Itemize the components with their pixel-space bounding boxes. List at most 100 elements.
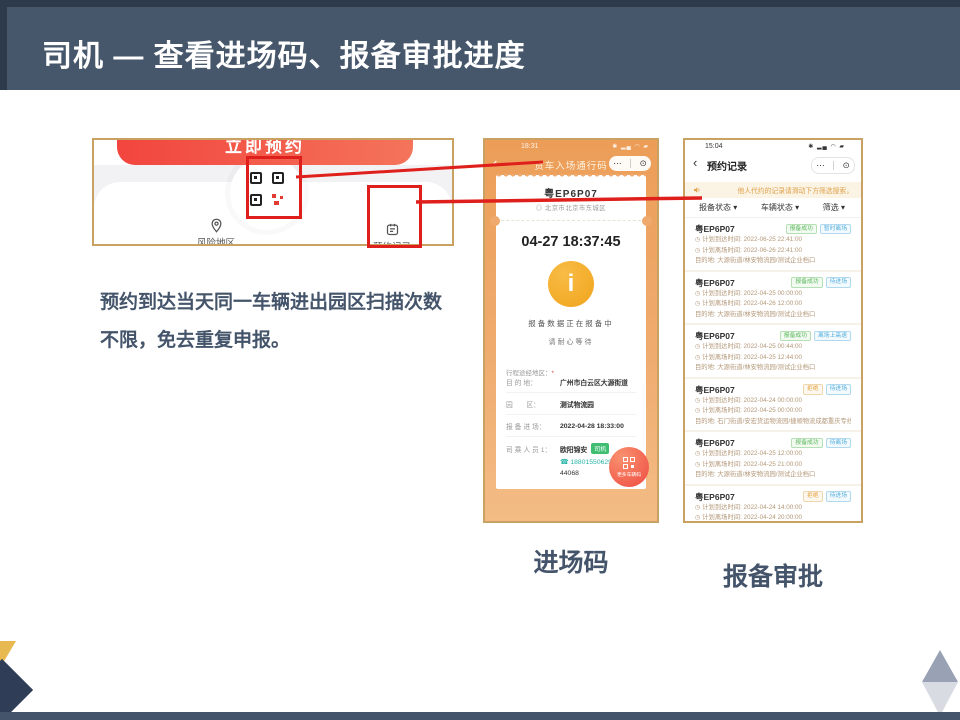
notice-banner: 他人代约的记录请滑动下方筛选搜索， (685, 182, 861, 198)
field-label: 司 乘 人 员 1： (506, 444, 560, 454)
driver-role-badge: 司机 (591, 443, 609, 454)
location-pin-icon (209, 218, 224, 233)
miniprogram-capsule[interactable]: ⋯ ⊙ (811, 157, 855, 174)
record-item[interactable]: 粤EP6P07 报备成功 待进场 ◷计划到达时间: 2022-04-25 00:… (685, 270, 861, 324)
record-plate: 粤EP6P07 (695, 491, 735, 503)
status-bar: 15:04 ✱ ▂▄ ◠ ▰ (695, 143, 853, 153)
target-icon[interactable]: ⊙ (843, 160, 850, 171)
fab-label: 更多车辆码 (617, 471, 641, 478)
record-leave-time: ◷计划离场时间: 2022-04-25 21:00:00 (695, 460, 851, 471)
record-item[interactable]: 粤EP6P07 报备成功 离场上高速 ◷计划到达时间: 2022-04-25 0… (685, 323, 861, 377)
record-arrive-time: ◷计划到达时间: 2022-06-25 22:41:00 (695, 235, 851, 246)
highlight-box-records (367, 185, 422, 248)
filter-report-status[interactable]: 报备状态 ▾ (699, 202, 737, 213)
more-icon[interactable]: ⋯ (816, 160, 825, 171)
status-time: 18:31 (521, 143, 539, 150)
field-label: 园 区： (506, 399, 560, 409)
highlight-box-qr (246, 156, 302, 219)
status-badge: 待进场 (826, 491, 851, 502)
phone-number: 18801550629 (570, 459, 612, 466)
record-arrive-time: ◷计划到达时间: 2022-04-25 00:00:00 (695, 289, 851, 300)
capsule-divider (630, 159, 631, 168)
clock-icon: ◷ (695, 515, 700, 521)
note-text: 预约到达当天同一车辆进出园区扫描次数 不限，免去重复申报。 (100, 284, 445, 360)
field-entry-time: 报 备 进 场： 2022-04-28 18:33:00 (506, 414, 636, 436)
field-value: 广州市白云区大源街道 (560, 377, 628, 387)
clock-icon: ◷ (695, 451, 700, 457)
record-destination: 目的地: 大源街道/林安物流园/测试企业档口 (695, 470, 851, 480)
record-destination: 目的地: 大源街道/林安物流园/测试企业档口 (695, 256, 851, 266)
decor-gray-triangle-top (922, 650, 958, 682)
clock-icon: ◷ (695, 301, 700, 307)
caption-approval: 报备审批 (683, 557, 863, 593)
ticket-divider (496, 220, 646, 221)
id-prefix: 44068 (560, 470, 579, 477)
more-icon[interactable]: ⋯ (613, 158, 622, 169)
slide: 司机 — 查看进场码、报备审批进度 预约到达当天同一车辆进出园区扫描次数 不限，… (0, 0, 960, 720)
ticket-perforation (496, 174, 646, 179)
record-leave-time: ◷计划离场时间: 2022-04-26 12:00:00 (695, 299, 851, 310)
record-leave-time: ◷计划离场时间: 2022-04-25 12:44:00 (695, 353, 851, 364)
record-item[interactable]: 粤EP6P07 拒绝 待进场 ◷计划到达时间: 2022-04-24 00:00… (685, 377, 861, 431)
status-badge: 报备成功 (780, 331, 811, 342)
record-plate: 粤EP6P07 (695, 437, 735, 449)
status-icons: ✱ ▂▄ ◠ ▰ (808, 143, 845, 150)
pass-status-sub: 请耐心等待 (496, 337, 646, 347)
miniprogram-capsule[interactable]: ⋯ ⊙ (609, 156, 651, 171)
speaker-icon (693, 186, 701, 194)
decor-navy-diamond (0, 659, 33, 720)
clock-icon: ◷ (695, 291, 700, 297)
book-now-label: 立即预约 (117, 140, 413, 157)
record-arrive-time: ◷计划到达时间: 2022-04-24 14:00:00 (695, 503, 851, 514)
qr-code-icon (623, 457, 635, 469)
status-badge: 待进场 (826, 384, 851, 395)
record-leave-time: ◷计划离场时间: 2022-04-25 00:00:00 (695, 406, 851, 417)
status-badge: 离场上高速 (814, 331, 851, 342)
caption-entry-code: 进场码 (483, 543, 659, 579)
pass-ticket-card: 粤EP6P07 ◎ 北京市北京市东城区 04-27 18:37:45 i 报备数… (496, 175, 646, 489)
notice-text: 他人代约的记录请滑动下方筛选搜索， (737, 185, 853, 195)
record-arrive-time: ◷计划到达时间: 2022-04-25 00:44:00 (695, 342, 851, 353)
clock-icon: ◷ (695, 355, 700, 361)
note-line-1: 预约到达当天同一车辆进出园区扫描次数 (100, 284, 445, 322)
more-vehicle-codes-button[interactable]: 更多车辆码 (609, 447, 649, 487)
record-plate: 粤EP6P07 (695, 277, 735, 289)
driver-name: 欧阳锦安 (560, 444, 587, 454)
field-label: 目 的 地： (506, 377, 560, 387)
record-item[interactable]: 粤EP6P07 报备成功 暂时离场 ◷计划到达时间: 2022-06-25 22… (685, 218, 861, 270)
record-destination: 目的地: 石门街道/安宏货运物流园/捷顺物流成都重庆专线 (695, 417, 851, 427)
record-plate: 粤EP6P07 (695, 223, 735, 235)
clock-icon: ◷ (695, 505, 700, 511)
tab-risk-label: 风险地区 (180, 235, 252, 246)
records-list: 粤EP6P07 报备成功 暂时离场 ◷计划到达时间: 2022-06-25 22… (685, 218, 861, 521)
status-badge: 报备成功 (791, 438, 822, 449)
back-icon[interactable]: ‹ (693, 155, 697, 170)
filter-more[interactable]: 筛选 ▾ (823, 202, 845, 213)
record-arrive-time: ◷计划到达时间: 2022-04-24 00:00:00 (695, 396, 851, 407)
record-plate: 粤EP6P07 (695, 384, 735, 396)
capsule-divider (833, 161, 834, 170)
clock-icon: ◷ (695, 398, 700, 404)
record-leave-time: ◷计划离场时间: 2022-04-24 20:00:00 (695, 513, 851, 521)
record-item[interactable]: 粤EP6P07 拒绝 待进场 ◷计划到达时间: 2022-04-24 14:00… (685, 484, 861, 522)
record-leave-time: ◷计划离场时间: 2022-06-26 22:41:00 (695, 246, 851, 257)
record-item[interactable]: 粤EP6P07 报备成功 待离场 ◷计划到达时间: 2022-04-25 12:… (685, 430, 861, 484)
tab-risk-area[interactable]: 风险地区 (180, 218, 252, 246)
filter-vehicle-status[interactable]: 车辆状态 ▾ (761, 202, 799, 213)
record-destination: 目的地: 大源街道/林安物流园/测试企业档口 (695, 310, 851, 320)
status-badge: 报备成功 (791, 277, 822, 288)
status-badge: 拒绝 (803, 491, 823, 502)
record-arrive-time: ◷计划到达时间: 2022-04-25 12:00:00 (695, 449, 851, 460)
status-icons: ✱ ▂▄ ◠ ▰ (612, 143, 649, 150)
status-badge: 待进场 (826, 277, 851, 288)
field-label: 报 备 进 场： (506, 421, 560, 431)
clock-icon: ◷ (695, 408, 700, 414)
pass-location: ◎ 北京市北京市东城区 (496, 203, 646, 212)
clock-icon: ◷ (695, 462, 700, 468)
target-icon[interactable]: ⊙ (640, 158, 647, 169)
status-badge: 报备成功 (786, 224, 817, 235)
info-icon: i (548, 261, 594, 307)
phone-icon: ☎ (560, 459, 568, 466)
nav-title: 预约记录 (707, 158, 747, 173)
status-time: 15:04 (705, 143, 723, 150)
